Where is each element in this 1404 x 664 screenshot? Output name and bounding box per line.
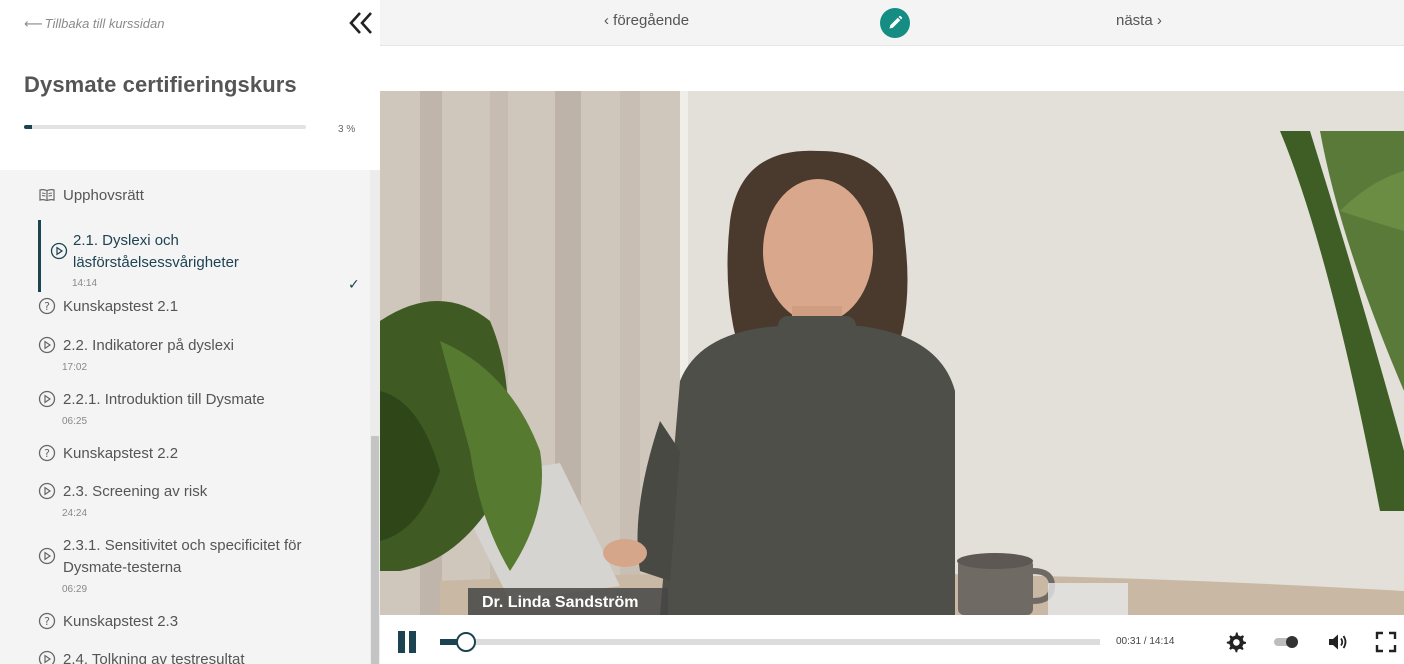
svg-text:?: ? xyxy=(44,447,50,460)
svg-text:?: ? xyxy=(44,300,50,313)
next-lesson-link[interactable]: nästa › xyxy=(1116,12,1162,29)
fullscreen-icon[interactable] xyxy=(1374,630,1398,654)
play-circle-icon xyxy=(50,242,68,260)
svg-text:?: ? xyxy=(44,615,50,628)
active-indicator xyxy=(38,220,41,292)
video-player[interactable]: Dr. Linda Sandström xyxy=(380,91,1404,615)
lesson-label: 2.1. Dyslexi och läsförståelsessvårighet… xyxy=(73,232,239,271)
video-frame xyxy=(380,91,1404,615)
sidebar-scrollbar[interactable] xyxy=(370,170,380,664)
pause-icon xyxy=(398,631,405,653)
lesson-label: Kunskapstest 2.2 xyxy=(63,445,179,462)
lesson-label: Kunskapstest 2.3 xyxy=(63,613,179,630)
lesson-navigation: ‹ föregående nästa › xyxy=(380,0,1404,46)
lesson-list: Upphovsrätt 2.1. Dyslexi och läsförståel… xyxy=(0,170,370,664)
lesson-duration: 17:02 xyxy=(62,362,88,373)
previous-lesson-link[interactable]: ‹ föregående xyxy=(604,12,689,29)
course-progress-label: 3 % xyxy=(338,124,356,135)
settings-gear-icon[interactable] xyxy=(1224,630,1248,654)
lesson-duration: 06:29 xyxy=(62,584,88,595)
play-circle-icon xyxy=(38,482,56,500)
speaker-caption: Dr. Linda Sandström xyxy=(468,588,668,615)
pause-icon-bar xyxy=(409,631,416,653)
autoplay-toggle-icon[interactable] xyxy=(1272,630,1300,654)
lesson-label: 2.2. Indikatorer på dyslexi xyxy=(63,337,234,354)
book-icon xyxy=(39,189,55,202)
lesson-label: Upphovsrätt xyxy=(63,187,144,204)
lesson-label: 2.3.1. Sensitivitet och specificitet för xyxy=(63,537,302,554)
time-display: 00:31 / 14:14 xyxy=(1116,636,1175,647)
edit-button[interactable] xyxy=(880,8,910,38)
lesson-label-line2: Dysmate-testerna xyxy=(63,559,182,576)
back-to-course-link[interactable]: ⟵ Tillbaka till kurssidan xyxy=(24,16,164,32)
completed-check-icon: ✓ xyxy=(348,276,360,292)
course-sidebar: ⟵ Tillbaka till kurssidan Dysmate certifi… xyxy=(0,0,380,664)
play-circle-icon xyxy=(38,650,56,664)
play-circle-icon xyxy=(38,547,56,565)
play-circle-icon xyxy=(38,390,56,408)
question-circle-icon: ? xyxy=(38,612,56,630)
collapse-sidebar-icon[interactable] xyxy=(348,10,374,36)
lesson-label: 2.3. Screening av risk xyxy=(63,483,208,500)
lesson-duration: 24:24 xyxy=(62,508,88,519)
seek-bar[interactable] xyxy=(440,632,1100,652)
seek-handle[interactable] xyxy=(456,632,477,652)
lesson-duration: 06:25 xyxy=(62,416,88,427)
volume-icon[interactable] xyxy=(1326,630,1350,654)
course-progress-fill xyxy=(24,125,33,129)
lesson-label: 2.2.1. Introduktion till Dysmate xyxy=(63,391,265,408)
question-circle-icon: ? xyxy=(38,444,56,462)
course-progress-bar xyxy=(24,125,306,129)
pause-button[interactable] xyxy=(398,631,418,653)
arrow-left-icon: ⟵ xyxy=(24,16,43,31)
back-link-label: Tillbaka till kurssidan xyxy=(44,16,165,31)
lesson-label: Kunskapstest 2.1 xyxy=(63,298,179,315)
lesson-duration: 14:14 xyxy=(72,278,98,289)
course-title: Dysmate certifieringskurs xyxy=(24,72,297,97)
video-controls: 00:31 / 14:14 xyxy=(380,615,1404,664)
question-circle-icon: ? xyxy=(38,297,56,315)
lesson-label: 2.4. Tolkning av testresultat xyxy=(63,651,245,664)
pencil-icon xyxy=(889,15,903,29)
sidebar-header: ⟵ Tillbaka till kurssidan Dysmate certifi… xyxy=(0,0,380,170)
play-circle-icon xyxy=(38,336,56,354)
scrollbar-thumb[interactable] xyxy=(371,436,379,664)
